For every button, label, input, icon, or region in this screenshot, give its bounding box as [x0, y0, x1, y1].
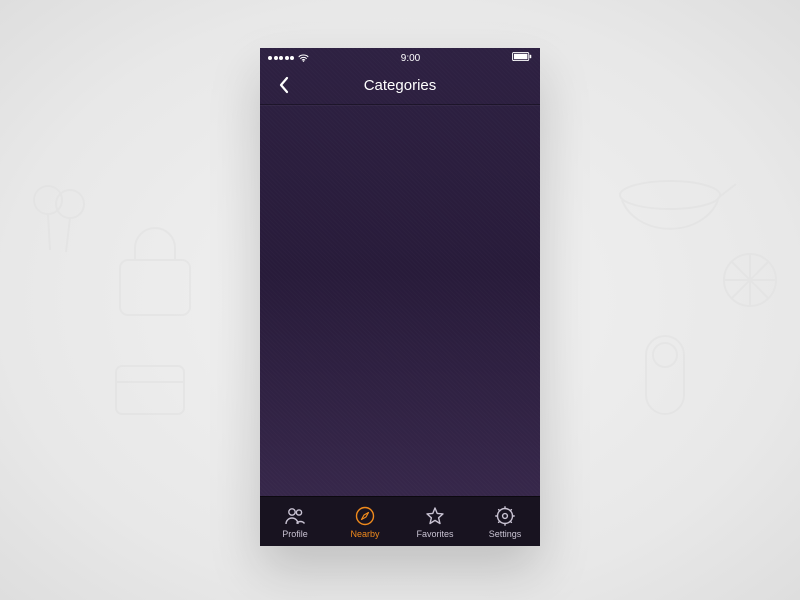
bg-card-icon — [110, 360, 190, 420]
tab-profile[interactable]: Profile — [260, 497, 330, 546]
bg-switch-icon — [640, 330, 690, 420]
status-time: 9:00 — [401, 53, 420, 64]
star-icon — [425, 506, 445, 526]
wifi-icon — [298, 54, 309, 62]
content-area[interactable] — [260, 105, 540, 496]
tab-bar: Profile Nearby Favorites — [260, 496, 540, 546]
tab-label: Nearby — [350, 529, 379, 539]
compass-icon — [355, 506, 375, 526]
tab-label: Settings — [489, 529, 522, 539]
bg-lock-icon — [100, 210, 210, 330]
profile-icon — [284, 506, 306, 526]
navigation-bar: Categories — [260, 66, 540, 104]
back-button[interactable] — [270, 71, 298, 99]
tab-label: Favorites — [416, 529, 453, 539]
tab-favorites[interactable]: Favorites — [400, 497, 470, 546]
tab-label: Profile — [282, 529, 308, 539]
page-title: Categories — [260, 77, 540, 94]
signal-strength-icon — [268, 56, 294, 60]
tab-settings[interactable]: Settings — [470, 497, 540, 546]
tab-nearby[interactable]: Nearby — [330, 497, 400, 546]
status-bar: 9:00 — [260, 48, 540, 66]
bg-balloons-icon — [30, 180, 90, 270]
bg-wheel-icon — [720, 250, 780, 310]
bg-pot-icon — [600, 160, 740, 260]
gear-icon — [495, 506, 515, 526]
phone-screen: 9:00 Categories — [260, 48, 540, 546]
chevron-left-icon — [278, 76, 290, 94]
battery-icon — [512, 52, 532, 61]
header-divider — [260, 104, 540, 105]
